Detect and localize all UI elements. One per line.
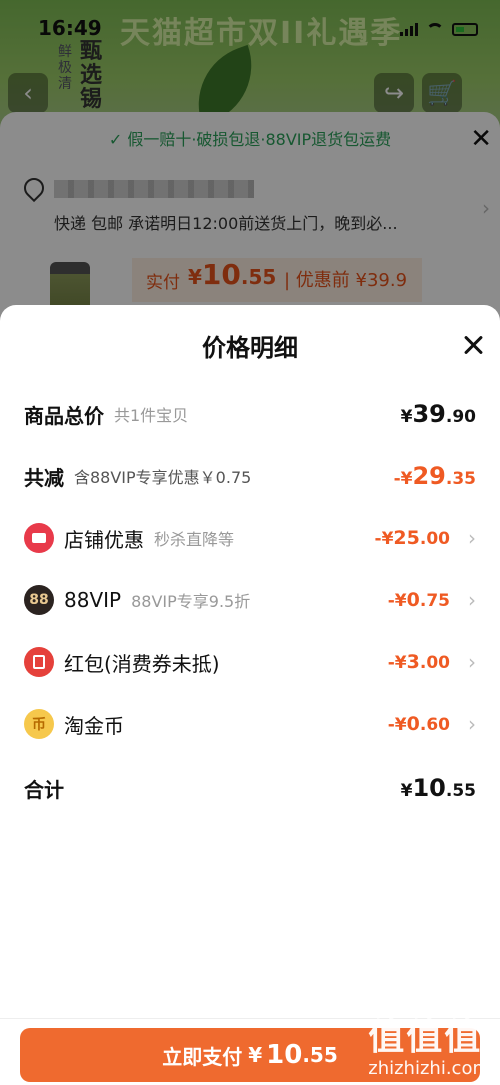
value-dec: .90	[445, 407, 476, 427]
chevron-right-icon: ›	[468, 650, 476, 674]
pay-button-label: 立即支付	[162, 1044, 243, 1069]
value-dec: .60	[419, 715, 450, 735]
row-label: 商品总价	[24, 403, 104, 428]
row-sub: 含88VIP专享优惠￥0.75	[74, 468, 252, 487]
row-red-packet[interactable]: 红包(消费券未抵) -¥3.00 ›	[24, 642, 476, 682]
row-sub: 共1件宝贝	[114, 406, 189, 425]
row-total-discount: 共减 含88VIP专享优惠￥0.75 -¥29.35	[24, 456, 476, 496]
watermark: 值值值 zhizhizhi.com	[368, 1008, 490, 1079]
row-label: 店铺优惠	[64, 527, 144, 552]
row-value: -¥0.60	[388, 713, 450, 735]
value-int: 0	[406, 589, 420, 611]
value-dec: .00	[419, 529, 450, 549]
row-total-price: 商品总价 共1件宝贝 ¥39.90	[24, 394, 476, 434]
value-dec: .35	[445, 469, 476, 489]
gold-coin-icon: 币	[24, 709, 54, 739]
value-currency: -¥	[387, 715, 407, 735]
row-sub: 秒杀直降等	[154, 530, 235, 549]
row-value: ¥39.90	[401, 400, 476, 428]
value-currency: -¥	[374, 529, 394, 549]
close-button[interactable]	[458, 330, 488, 360]
value-int: 25	[393, 527, 420, 549]
row-value: ¥10.55	[401, 774, 476, 802]
pay-button-currency: ¥	[248, 1043, 263, 1067]
value-int: 3	[406, 651, 420, 673]
value-int: 0	[406, 713, 420, 735]
value-int: 29	[412, 462, 446, 490]
chevron-right-icon: ›	[468, 588, 476, 612]
value-int: 39	[412, 400, 446, 428]
row-label: 88VIP	[64, 588, 122, 612]
row-value: -¥29.35	[394, 462, 476, 490]
row-sum: 合计 ¥10.55	[24, 768, 476, 808]
chevron-right-icon: ›	[468, 526, 476, 550]
row-gold-coin[interactable]: 币 淘金币 -¥0.60 ›	[24, 704, 476, 744]
vip-icon: 88	[24, 585, 54, 615]
watermark-url: zhizhizhi.com	[368, 1058, 490, 1079]
row-label: 红包(消费券未抵)	[64, 651, 220, 676]
row-value: -¥3.00	[388, 651, 450, 673]
pay-button-int: 10	[266, 1040, 303, 1070]
row-label: 合计	[24, 777, 64, 802]
value-currency: -¥	[393, 469, 413, 489]
value-dec: .75	[419, 591, 450, 611]
value-currency: ¥	[400, 781, 413, 801]
value-currency: ¥	[400, 407, 413, 427]
red-packet-icon	[24, 647, 54, 677]
row-label: 淘金币	[64, 713, 124, 738]
row-sub: 88VIP专享9.5折	[131, 592, 251, 611]
row-value: -¥0.75	[388, 589, 450, 611]
row-88vip[interactable]: 88 88VIP 88VIP专享9.5折 -¥0.75 ›	[24, 580, 476, 620]
value-dec: .00	[419, 653, 450, 673]
value-currency: -¥	[387, 653, 407, 673]
value-dec: .55	[445, 781, 476, 801]
chevron-right-icon: ›	[468, 712, 476, 736]
value-int: 10	[412, 774, 446, 802]
row-value: -¥25.00	[375, 527, 450, 549]
pay-button-dec: .55	[302, 1043, 338, 1067]
row-label: 共减	[24, 465, 64, 490]
shop-coupon-icon	[24, 523, 54, 553]
row-shop-discount[interactable]: 店铺优惠 秒杀直降等 -¥25.00 ›	[24, 518, 476, 558]
sheet-title: 价格明细	[202, 334, 298, 362]
value-currency: -¥	[387, 591, 407, 611]
watermark-logo: 值值值	[368, 1017, 483, 1058]
